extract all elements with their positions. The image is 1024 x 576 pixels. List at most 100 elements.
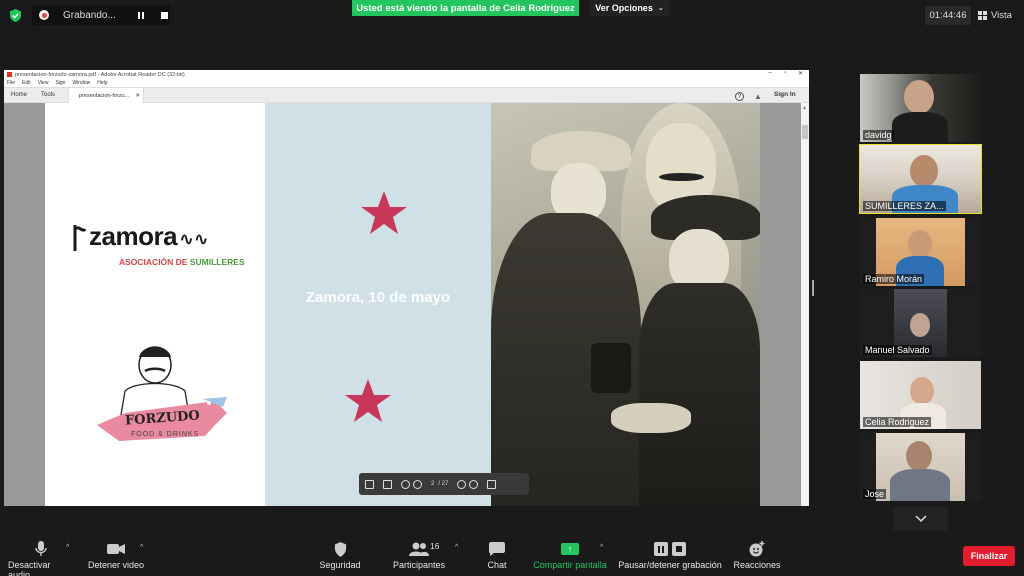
view-options-label: Ver Opciones xyxy=(595,3,653,13)
star-icon xyxy=(345,379,391,422)
pdf-floating-toolbar: 2 / 27 xyxy=(359,473,529,495)
recording-indicator: Grabando... xyxy=(32,5,170,25)
pause-stop-recording-button[interactable]: Pausar/detener grabación xyxy=(618,536,722,570)
participant-body xyxy=(892,112,948,142)
audio-options-caret-icon[interactable]: ^ xyxy=(66,544,69,551)
menu-edit[interactable]: Edit xyxy=(22,80,31,86)
reactions-button[interactable]: Reacciones xyxy=(732,536,782,570)
more-participants-button[interactable] xyxy=(893,507,948,531)
shield-check-icon[interactable] xyxy=(9,9,22,22)
participant-tile-active-speaker[interactable]: SUMILLERES ZA... xyxy=(859,144,982,214)
participant-name: Manuel Salvado xyxy=(863,345,932,355)
meeting-timer: 01:44:46 xyxy=(925,6,971,25)
share-screen-label: Compartir pantalla xyxy=(533,560,607,570)
menu-window[interactable]: Window xyxy=(72,80,90,86)
logo-wave-icon: ∿∿ xyxy=(179,229,209,249)
participant-face xyxy=(910,155,938,187)
participants-options-caret-icon[interactable]: ^ xyxy=(455,544,458,551)
tab-home[interactable]: Home xyxy=(11,92,27,98)
video-options-caret-icon[interactable]: ^ xyxy=(140,544,143,551)
acrobat-title: presentacion-forzudo-zamora.pdf - Adobe … xyxy=(15,71,185,78)
end-meeting-button[interactable]: Finalizar xyxy=(963,546,1015,566)
acrobat-titlebar: presentacion-forzudo-zamora.pdf - Adobe … xyxy=(4,70,809,79)
zoom-out-icon[interactable] xyxy=(457,479,467,489)
chevron-down-icon: ⌄ xyxy=(657,5,664,12)
photo-woman-right-coat xyxy=(639,283,760,506)
view-button[interactable]: Vista xyxy=(978,6,1020,25)
chevron-down-icon xyxy=(914,515,927,523)
security-button[interactable]: Seguridad xyxy=(318,536,362,570)
participant-tile[interactable]: Manuel Salvado xyxy=(860,289,981,357)
reactions-label: Reacciones xyxy=(733,560,781,570)
close-icon[interactable]: ✕ xyxy=(798,70,803,77)
tab-tools[interactable]: Tools xyxy=(41,92,55,98)
view-options-button[interactable]: Ver Opciones ⌄ xyxy=(589,0,670,16)
page-number-input[interactable]: 2 xyxy=(431,481,434,487)
people-icon xyxy=(409,540,429,558)
share-options-caret-icon[interactable]: ^ xyxy=(600,544,603,551)
panel-splitter[interactable] xyxy=(812,280,814,296)
recording-label: Grabando... xyxy=(63,9,116,21)
participant-tile[interactable]: Celia Rodriguez xyxy=(860,361,981,429)
logo-mark-icon xyxy=(73,225,87,251)
help-icon[interactable]: ? xyxy=(735,92,744,101)
participant-name: Ramiro Morán xyxy=(863,274,925,284)
participant-tile[interactable]: Jose xyxy=(860,433,981,501)
tab-document[interactable]: presentacion-forzu... ✕ xyxy=(68,88,144,104)
slide-left-panel: zamora ∿∿ ASOCIACIÓN DE SUMILLERES FORZU… xyxy=(45,103,265,506)
subtitle-part-a: ASOCIACIÓN DE xyxy=(119,257,188,267)
menu-file[interactable]: File xyxy=(7,80,15,86)
bell-icon[interactable]: ▲ xyxy=(754,92,762,101)
sign-in-link[interactable]: Sign In xyxy=(774,91,796,98)
page-total: / 27 xyxy=(438,481,449,487)
maximize-icon[interactable]: ▫ xyxy=(784,70,786,77)
participant-tile[interactable]: Ramiro Morán xyxy=(860,218,981,286)
forzudo-logo: FORZUDO FOOD & DRINKS xyxy=(95,341,235,451)
pause-recording-icon[interactable] xyxy=(134,8,148,22)
participant-tile[interactable]: davidg xyxy=(860,74,981,142)
menu-view[interactable]: View xyxy=(38,80,49,86)
mute-label: Desactivar audio xyxy=(8,560,51,576)
zoom-in-icon[interactable] xyxy=(469,479,479,489)
fit-page-icon[interactable] xyxy=(487,479,497,489)
document-scrollbar[interactable]: ▲ xyxy=(801,103,809,506)
scroll-up-icon[interactable]: ▲ xyxy=(802,105,807,111)
photo-hands xyxy=(611,403,691,433)
stop-recording-icon[interactable] xyxy=(156,7,172,23)
meeting-toolbar: Desactivar audio ^ Detener video ^ Segur… xyxy=(0,536,1024,576)
tab-close-icon[interactable]: ✕ xyxy=(135,93,140,99)
pause-stop-recording-label: Pausar/detener grabación xyxy=(618,560,722,570)
pdf-icon xyxy=(7,72,12,77)
participant-face xyxy=(910,377,934,405)
forzudo-subtitle: FOOD & DRINKS xyxy=(131,431,200,438)
document-area: zamora ∿∿ ASOCIACIÓN DE SUMILLERES FORZU… xyxy=(4,103,809,506)
screen-share-banner: Usted está viendo la pantalla de Celia R… xyxy=(352,0,579,16)
minimize-icon[interactable]: – xyxy=(768,70,771,77)
share-screen-button[interactable]: ↑ Compartir pantalla xyxy=(532,536,608,570)
microphone-icon xyxy=(31,540,51,558)
page-down-icon[interactable] xyxy=(413,479,422,489)
chat-button[interactable]: Chat xyxy=(484,536,510,570)
chat-label: Chat xyxy=(487,560,507,570)
save-icon[interactable] xyxy=(365,479,374,489)
participant-name: davidg xyxy=(863,130,894,140)
page-up-icon[interactable] xyxy=(401,479,410,489)
menu-help[interactable]: Help xyxy=(97,80,107,86)
view-label: Vista xyxy=(991,10,1012,21)
star-icon xyxy=(361,191,407,234)
participant-face xyxy=(910,313,930,337)
stop-video-button[interactable]: Detener video xyxy=(86,536,146,570)
security-shield-icon xyxy=(330,540,350,558)
vintage-photo xyxy=(491,103,760,506)
mute-button[interactable]: Desactivar audio xyxy=(8,536,74,576)
pause-stop-icon xyxy=(652,540,688,558)
slide-date-text: Zamora, 10 de mayo xyxy=(305,289,451,306)
grid-icon xyxy=(978,11,987,20)
security-label: Seguridad xyxy=(319,560,361,570)
window-controls: – ▫ ✕ xyxy=(768,70,803,77)
acrobat-tabbar: Home Tools presentacion-forzu... ✕ ? ▲ S… xyxy=(4,87,809,104)
print-icon[interactable] xyxy=(383,479,392,489)
participants-count: 16 xyxy=(430,541,440,551)
scroll-thumb[interactable] xyxy=(802,125,808,139)
menu-sign[interactable]: Sign xyxy=(55,80,65,86)
